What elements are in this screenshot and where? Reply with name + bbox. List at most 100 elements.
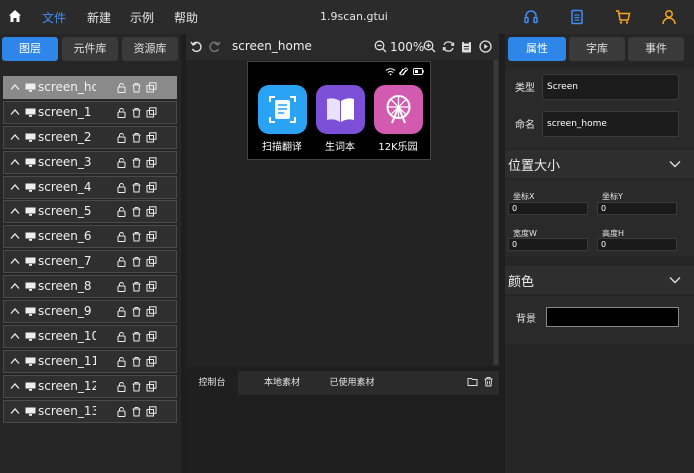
menu-examples[interactable]: 示例 (130, 9, 154, 26)
lock-icon[interactable] (116, 107, 127, 118)
redo-icon[interactable] (208, 40, 221, 53)
copy-icon[interactable] (146, 206, 157, 217)
layer-name[interactable]: screen_11 (38, 354, 96, 368)
canvas-scrollbar[interactable] (493, 60, 499, 365)
chevron-up-icon[interactable] (10, 108, 20, 116)
name-field[interactable]: screen_home (542, 111, 679, 137)
trash-icon[interactable] (131, 182, 142, 193)
layer-row[interactable]: screen_10 (3, 324, 177, 348)
layer-row[interactable]: screen_5 (3, 200, 177, 224)
layer-name[interactable]: screen_12 (38, 379, 96, 393)
headset-icon[interactable] (523, 9, 539, 25)
y-input[interactable]: 0 (597, 202, 677, 215)
copy-icon[interactable] (146, 107, 157, 118)
lock-icon[interactable] (116, 381, 127, 392)
layer-row[interactable]: screen_1 (3, 100, 177, 124)
trash-icon[interactable] (131, 331, 142, 342)
chevron-up-icon[interactable] (10, 232, 20, 240)
chevron-up-icon[interactable] (10, 332, 20, 340)
copy-icon[interactable] (146, 256, 157, 267)
section-color[interactable]: 颜色 (505, 266, 694, 294)
layer-name[interactable]: screen_8 (38, 279, 96, 293)
undo-icon[interactable] (190, 40, 203, 53)
app-vocabulary[interactable]: 生词本 (315, 85, 365, 153)
trash-icon[interactable] (131, 107, 142, 118)
lock-icon[interactable] (116, 331, 127, 342)
trash-icon[interactable] (131, 306, 142, 317)
layer-row[interactable]: screen_2 (3, 125, 177, 149)
lock-icon[interactable] (116, 281, 127, 293)
menu-help[interactable]: 帮助 (174, 9, 198, 26)
play-icon[interactable] (479, 40, 492, 53)
layer-name[interactable]: screen_home (38, 80, 96, 94)
zoom-in-icon[interactable] (423, 40, 436, 53)
refresh-icon[interactable] (442, 40, 455, 53)
layer-name[interactable]: screen_3 (38, 155, 96, 169)
layer-row[interactable]: screen_4 (3, 175, 177, 199)
tab-properties[interactable]: 属性 (508, 37, 566, 61)
lock-icon[interactable] (116, 82, 127, 93)
tab-used-assets[interactable]: 已使用素材 (324, 371, 380, 395)
trash-icon[interactable] (131, 206, 142, 217)
layer-row[interactable]: screen_home (3, 76, 177, 99)
layer-name[interactable]: screen_1 (38, 105, 96, 119)
home-icon[interactable] (8, 9, 22, 23)
lock-icon[interactable] (116, 256, 127, 268)
trash-icon[interactable] (131, 406, 142, 417)
layer-row[interactable]: screen_7 (3, 250, 177, 274)
tab-resources[interactable]: 资源库 (122, 37, 178, 61)
copy-icon[interactable] (146, 132, 157, 143)
lock-icon[interactable] (116, 406, 127, 417)
menu-new[interactable]: 新建 (87, 9, 111, 26)
chevron-up-icon[interactable] (10, 158, 20, 166)
layer-name[interactable]: screen_13 (38, 404, 96, 418)
trash-icon[interactable] (131, 157, 142, 168)
copy-icon[interactable] (146, 405, 157, 417)
chevron-up-icon[interactable] (10, 207, 20, 215)
lock-icon[interactable] (116, 157, 127, 168)
trash-icon[interactable] (131, 132, 142, 143)
x-input[interactable]: 0 (508, 202, 588, 215)
height-input[interactable]: 0 (597, 238, 677, 251)
copy-icon[interactable] (146, 181, 157, 193)
chevron-up-icon[interactable] (10, 257, 20, 265)
document-icon[interactable] (569, 9, 585, 25)
menu-file[interactable]: 文件 (42, 9, 66, 26)
trash-icon[interactable] (131, 381, 142, 392)
layer-name[interactable]: screen_9 (38, 304, 96, 318)
layer-row[interactable]: screen_6 (3, 225, 177, 249)
lock-icon[interactable] (116, 182, 127, 193)
layer-row[interactable]: screen_11 (3, 349, 177, 373)
layer-row[interactable]: screen_9 (3, 300, 177, 324)
layer-name[interactable]: screen_6 (38, 229, 96, 243)
chevron-up-icon[interactable] (10, 307, 20, 315)
app-scan-translate[interactable]: 扫描翻译 (257, 85, 307, 153)
trash-icon[interactable] (483, 376, 494, 387)
layer-row[interactable]: screen_12 (3, 374, 177, 398)
layer-name[interactable]: screen_2 (38, 130, 96, 144)
copy-icon[interactable] (146, 306, 157, 317)
copy-icon[interactable] (146, 156, 157, 168)
layer-name[interactable]: screen_5 (38, 204, 96, 218)
copy-icon[interactable] (146, 331, 157, 342)
chevron-up-icon[interactable] (10, 282, 20, 290)
copy-icon[interactable] (146, 356, 157, 367)
app-12k-park[interactable]: 12K乐园 (373, 85, 423, 153)
trash-icon[interactable] (131, 281, 142, 292)
lock-icon[interactable] (116, 132, 127, 143)
section-position-size[interactable]: 位置大小 (505, 150, 694, 178)
layer-row[interactable]: screen_3 (3, 150, 177, 174)
layer-row[interactable]: screen_8 (3, 275, 177, 299)
clipboard-icon[interactable] (460, 40, 473, 53)
background-color-swatch[interactable] (546, 307, 679, 327)
tab-fonts[interactable]: 字库 (569, 37, 625, 61)
lock-icon[interactable] (116, 356, 127, 367)
tab-components[interactable]: 元件库 (62, 37, 118, 61)
cart-icon[interactable] (615, 9, 631, 25)
tab-local-assets[interactable]: 本地素材 (256, 371, 308, 395)
copy-icon[interactable] (146, 380, 157, 392)
trash-icon[interactable] (131, 82, 142, 93)
chevron-up-icon[interactable] (10, 133, 20, 141)
trash-icon[interactable] (131, 256, 142, 267)
lock-icon[interactable] (116, 231, 127, 243)
